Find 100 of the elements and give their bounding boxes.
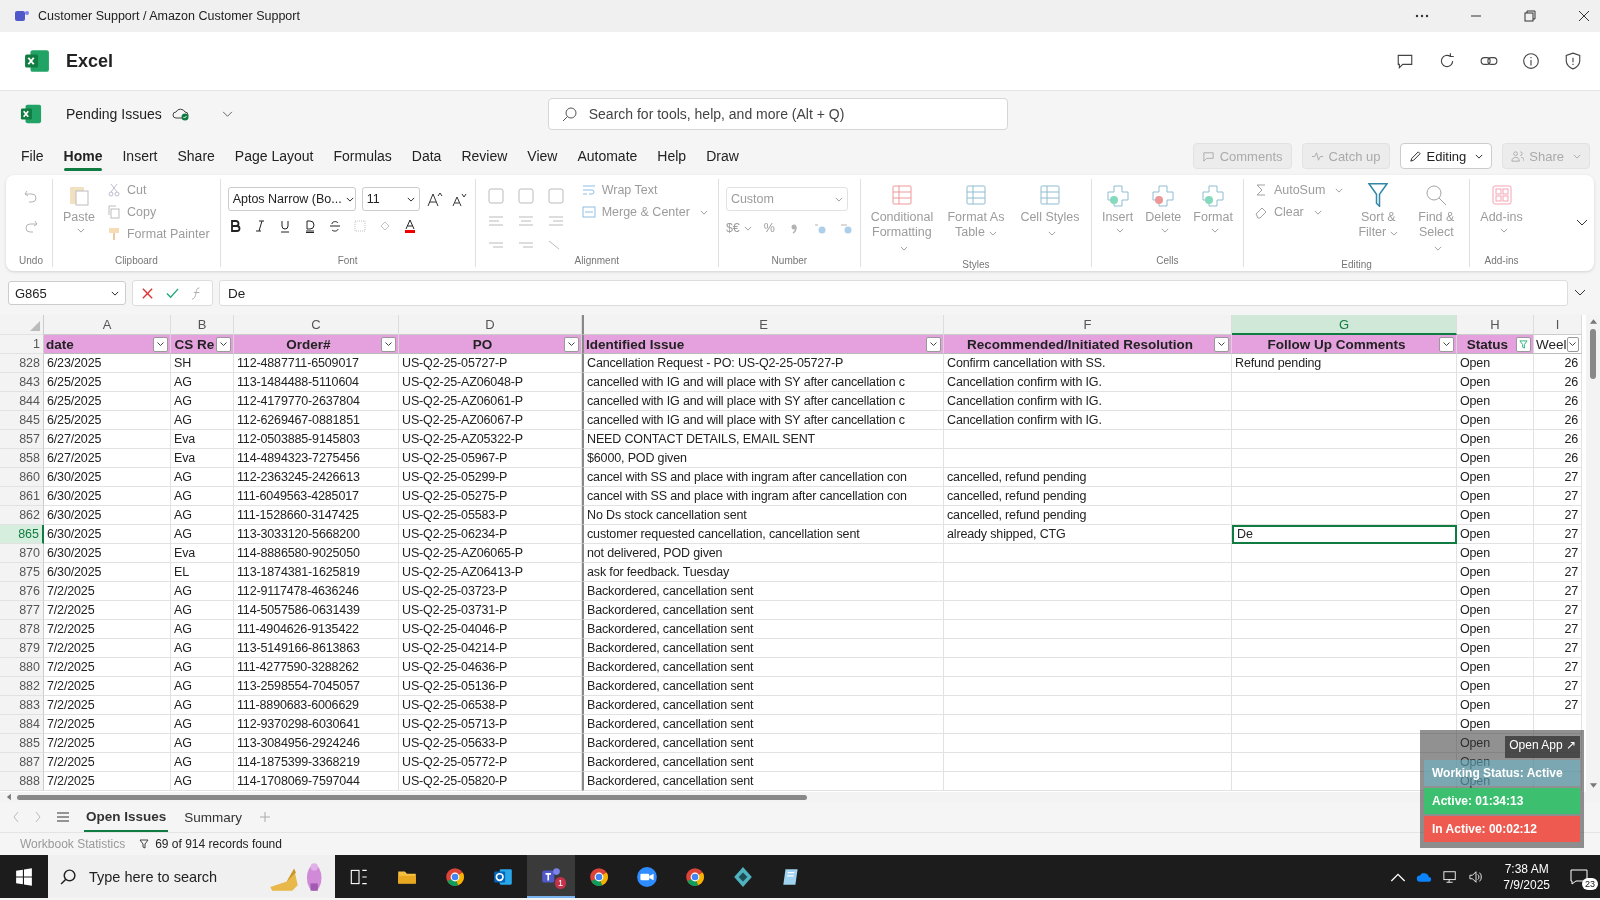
menu-tab[interactable]: Formulas — [324, 140, 401, 172]
taskbar-search-field[interactable]: Type here to search — [48, 855, 335, 898]
menu-tab[interactable]: Automate — [568, 140, 647, 172]
search-field[interactable]: Search for tools, help, and more (Alt + Q) — [547, 98, 1008, 130]
menu-tab[interactable]: File — [12, 140, 53, 172]
row-number[interactable]: 828 — [0, 354, 44, 373]
column-header[interactable]: F — [944, 315, 1232, 335]
filter-applied-button[interactable] — [1516, 336, 1531, 352]
restore-icon[interactable] — [1522, 8, 1538, 24]
expand-ribbon-icon[interactable] — [1576, 219, 1588, 227]
chevron-down-icon[interactable] — [1574, 289, 1586, 297]
file-name[interactable]: Pending Issues — [66, 106, 162, 122]
table-cell: 112-2363245-2426613 — [234, 468, 399, 487]
network-icon[interactable] — [1442, 869, 1459, 884]
chrome-icon[interactable] — [684, 865, 706, 888]
filter-button[interactable] — [1214, 336, 1229, 352]
menu-tab[interactable]: Home — [54, 140, 112, 172]
column-header[interactable]: A — [44, 315, 171, 335]
filter-button[interactable] — [1566, 336, 1579, 352]
header-text: PO — [471, 336, 494, 352]
scroll-up-icon[interactable] — [1588, 317, 1598, 325]
row-number[interactable]: 887 — [0, 753, 44, 772]
table-cell: AG — [171, 373, 234, 392]
chrome-icon[interactable] — [444, 865, 466, 888]
row-number[interactable]: 865 — [0, 525, 44, 544]
chat-icon[interactable] — [1396, 52, 1414, 70]
column-header[interactable]: C — [234, 315, 399, 335]
column-header[interactable]: I — [1534, 315, 1582, 335]
font-family-dropdown[interactable]: Aptos Narrow (Bo... — [227, 187, 356, 211]
row-number[interactable]: 862 — [0, 506, 44, 525]
formula-field[interactable]: De — [219, 280, 1568, 306]
row-number[interactable]: 857 — [0, 430, 44, 449]
menu-tab[interactable]: Share — [168, 140, 224, 172]
strikethrough-icon[interactable] — [327, 219, 342, 233]
row-number[interactable]: 861 — [0, 487, 44, 506]
scroll-down-icon[interactable] — [1588, 782, 1598, 790]
scroll-thumb[interactable] — [1590, 329, 1596, 379]
refresh-icon[interactable] — [1438, 52, 1456, 70]
column-header[interactable]: G — [1232, 315, 1457, 335]
row-number[interactable]: 1 — [0, 335, 44, 354]
row-number[interactable]: 860 — [0, 468, 44, 487]
shield-icon[interactable] — [1564, 52, 1582, 70]
row-number[interactable]: 876 — [0, 582, 44, 601]
open-app-link[interactable]: Open App ↗ — [1505, 736, 1580, 758]
menu-tab[interactable]: Help — [648, 140, 696, 172]
scroll-thumb[interactable] — [17, 794, 807, 800]
menu-tab[interactable]: Review — [452, 140, 517, 172]
decrease-font-icon[interactable] — [449, 191, 468, 207]
row-number[interactable]: 883 — [0, 696, 44, 715]
info-icon[interactable] — [1522, 52, 1540, 70]
row-number[interactable]: 882 — [0, 677, 44, 696]
cancel-icon[interactable] — [141, 286, 154, 300]
column-header[interactable]: B — [171, 315, 234, 335]
sheet-tab[interactable]: Summary — [182, 803, 245, 831]
menu-icon[interactable] — [56, 811, 70, 823]
row-number[interactable]: 878 — [0, 620, 44, 639]
row-number[interactable]: 858 — [0, 449, 44, 468]
column-header[interactable]: E — [582, 315, 944, 335]
column-header[interactable]: H — [1457, 315, 1534, 335]
row-number[interactable]: 888 — [0, 772, 44, 791]
row-number[interactable]: 845 — [0, 411, 44, 430]
close-icon[interactable] — [1576, 8, 1592, 24]
filter-button[interactable] — [153, 336, 168, 352]
filter-button[interactable] — [564, 336, 579, 352]
increase-font-icon[interactable] — [425, 191, 444, 207]
cell-editor[interactable]: De — [1232, 525, 1457, 544]
row-number[interactable]: 844 — [0, 392, 44, 411]
row-number[interactable]: 870 — [0, 544, 44, 563]
clock-date[interactable]: 7/9/2025 — [1503, 877, 1550, 892]
row-number[interactable]: 877 — [0, 601, 44, 620]
table-cell: 7/2/2025 — [44, 677, 171, 696]
menu-tab[interactable]: Data — [402, 140, 451, 172]
diamond-app-icon[interactable] — [732, 865, 754, 888]
filter-button[interactable] — [216, 336, 231, 352]
header-text: Recommended/Initiated Resolution — [966, 336, 1194, 352]
menu-tab[interactable]: Insert — [113, 140, 167, 172]
volume-icon[interactable] — [1468, 869, 1485, 884]
row-number[interactable]: 879 — [0, 639, 44, 658]
row-number[interactable]: 875 — [0, 563, 44, 582]
menu-tab[interactable]: Page Layout — [225, 140, 323, 172]
menu-tab[interactable]: Draw — [697, 140, 748, 172]
header-button[interactable]: Editing — [1399, 143, 1493, 169]
teams-taskbar-button[interactable]: 1 — [527, 855, 575, 898]
row-number[interactable]: 884 — [0, 715, 44, 734]
chrome-icon[interactable] — [588, 865, 610, 888]
row-number[interactable]: 885 — [0, 734, 44, 753]
filter-button[interactable] — [1439, 336, 1454, 352]
menu-tab[interactable]: View — [518, 140, 567, 172]
zoom-icon[interactable] — [636, 865, 658, 888]
name-box[interactable]: G865 — [8, 281, 126, 305]
filter-button[interactable] — [381, 336, 396, 352]
filter-button[interactable] — [926, 336, 941, 352]
font-size-dropdown[interactable]: 11 — [361, 187, 420, 211]
clock-time[interactable]: 7:38 AM — [1504, 861, 1549, 876]
row-number[interactable]: 880 — [0, 658, 44, 677]
windows-start-icon[interactable] — [15, 867, 33, 886]
font-color-icon[interactable] — [402, 219, 417, 233]
row-number[interactable]: 843 — [0, 373, 44, 392]
column-header[interactable]: D — [399, 315, 582, 335]
enter-icon[interactable] — [166, 286, 179, 300]
